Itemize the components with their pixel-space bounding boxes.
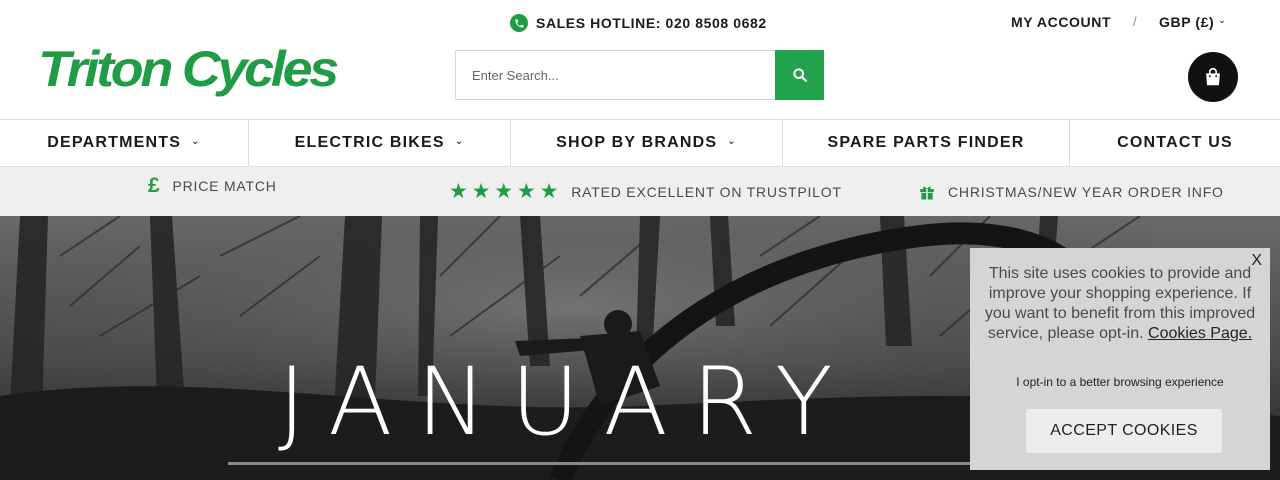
- nav-item-label: DEPARTMENTS: [47, 134, 182, 151]
- usp-label: CHRISTMAS/NEW YEAR ORDER INFO: [948, 183, 1224, 200]
- nav-item-label: SHOP BY BRANDS: [556, 134, 718, 151]
- chevron-down-icon: ⌄: [727, 135, 737, 147]
- hotline-text: SALES HOTLINE: 020 8508 0682: [536, 15, 767, 31]
- accept-cookies-button[interactable]: ACCEPT COOKIES: [1026, 409, 1222, 453]
- star-icon: ★: [449, 180, 469, 203]
- nav-item-spare-parts-finder[interactable]: SPARE PARTS FINDER: [782, 120, 1069, 166]
- header-separator: /: [1133, 14, 1137, 29]
- shopping-bag-icon: [1206, 68, 1220, 86]
- cookie-message: This site uses cookies to provide and im…: [982, 264, 1258, 344]
- search-bar: [455, 50, 824, 100]
- chevron-down-icon: ⌄: [454, 135, 465, 147]
- search-input[interactable]: [456, 51, 776, 99]
- usp-bar: £ PRICE MATCH ★ ★ ★ ★ ★ RATED EXCELLENT …: [0, 167, 1280, 216]
- nav-item-shop-by-brands[interactable]: SHOP BY BRANDS ⌄: [510, 120, 782, 166]
- main-navigation: DEPARTMENTS ⌄ ELECTRIC BIKES ⌄ SHOP BY B…: [0, 120, 1280, 167]
- hero-underline: [228, 462, 998, 465]
- nav-item-contact-us[interactable]: CONTACT US: [1069, 120, 1280, 166]
- search-icon: [792, 68, 807, 82]
- star-icon: ★: [471, 180, 492, 203]
- star-rating-icon: ★ ★ ★ ★ ★: [449, 181, 559, 202]
- nav-item-label: ELECTRIC BIKES: [294, 134, 445, 151]
- my-account-link[interactable]: MY ACCOUNT: [1011, 14, 1111, 30]
- logo-wordmark: Triton Cycles: [38, 41, 338, 97]
- usp-label: PRICE MATCH: [172, 177, 277, 194]
- usp-price-match[interactable]: £ PRICE MATCH: [148, 161, 277, 210]
- chevron-down-icon: ⌄: [1218, 14, 1227, 25]
- nav-item-label: CONTACT US: [1117, 134, 1233, 151]
- currency-label: GBP (£): [1159, 14, 1215, 30]
- hero-title: JANUARY: [278, 348, 857, 457]
- currency-selector[interactable]: GBP (£) ⌄: [1159, 14, 1226, 30]
- search-button[interactable]: [775, 50, 824, 100]
- nav-item-label: SPARE PARTS FINDER: [827, 134, 1025, 151]
- triton-cycles-logo[interactable]: Triton Cycles: [36, 40, 341, 112]
- cookies-page-link[interactable]: Cookies Page.: [1148, 325, 1252, 342]
- usp-trustpilot[interactable]: ★ ★ ★ ★ ★ RATED EXCELLENT ON TRUSTPILOT: [449, 167, 842, 216]
- pound-icon: £: [148, 173, 161, 197]
- star-icon: ★: [539, 180, 560, 203]
- star-icon: ★: [516, 180, 537, 203]
- usp-christmas-info[interactable]: CHRISTMAS/NEW YEAR ORDER INFO: [918, 167, 1224, 216]
- chevron-down-icon: ⌄: [191, 135, 201, 147]
- nav-item-departments[interactable]: DEPARTMENTS ⌄: [0, 120, 248, 166]
- cart-button[interactable]: [1188, 52, 1238, 102]
- sales-hotline[interactable]: SALES HOTLINE: 020 8508 0682: [510, 12, 767, 34]
- gift-icon: [918, 183, 936, 201]
- star-icon: ★: [494, 180, 514, 203]
- cookie-consent-popup: X This site uses cookies to provide and …: [970, 248, 1270, 470]
- cookie-optin-text: I opt-in to a better browsing experience: [1016, 375, 1224, 389]
- usp-label: RATED EXCELLENT ON TRUSTPILOT: [571, 183, 842, 200]
- phone-icon: [510, 14, 528, 32]
- site-header: Triton Cycles SALES HOTLINE: 020 8508 06…: [0, 0, 1280, 120]
- nav-item-electric-bikes[interactable]: ELECTRIC BIKES ⌄: [248, 120, 510, 166]
